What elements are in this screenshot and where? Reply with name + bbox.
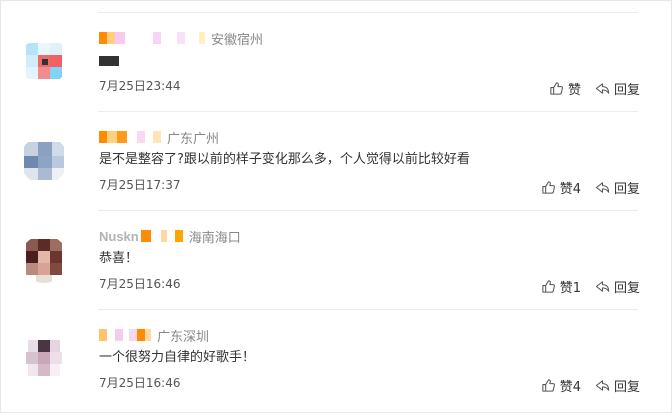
- comment-meta: 广东深圳: [99, 326, 210, 345]
- username[interactable]: Nuskn: [99, 229, 139, 244]
- reply-button[interactable]: 回复: [595, 376, 640, 395]
- reply-label: 回复: [613, 182, 640, 197]
- avatar[interactable]: [20, 334, 68, 382]
- comment-item: 广东广州 是不是整容了?跟以前的样子变化那么多，个人觉得以前比较好看 7月25日…: [0, 111, 672, 210]
- reply-label: 回复: [613, 380, 640, 395]
- thumbs-up-icon: [542, 280, 555, 293]
- reply-arrow-icon: [595, 380, 610, 391]
- reply-button[interactable]: 回复: [595, 79, 640, 98]
- avatar[interactable]: [20, 235, 68, 283]
- location-label: 安徽宿州: [211, 32, 264, 48]
- like-button[interactable]: 赞4: [541, 178, 581, 197]
- reply-label: 回复: [613, 83, 640, 98]
- comment-actions: 赞4 回复: [527, 178, 640, 197]
- divider: [98, 12, 638, 13]
- like-button[interactable]: 赞1: [541, 277, 581, 296]
- timestamp: 7月25日16:46: [99, 376, 181, 390]
- comment-meta: Nuskn 海南海口: [99, 227, 241, 246]
- username-redacted: [140, 230, 183, 242]
- comment-actions: 赞 回复: [535, 79, 640, 98]
- avatar[interactable]: [20, 37, 68, 85]
- timestamp: 7月25日17:37: [99, 178, 181, 192]
- comment-text: 是不是整容了?跟以前的样子变化那么多，个人觉得以前比较好看: [99, 152, 470, 167]
- username-redacted[interactable]: [99, 329, 151, 341]
- timestamp: 7月25日16:46: [99, 277, 181, 291]
- location-label: 广东深圳: [157, 329, 210, 345]
- like-button[interactable]: 赞4: [541, 376, 581, 395]
- thumbs-up-icon: [550, 82, 563, 95]
- comment-actions: 赞1 回复: [527, 277, 640, 296]
- like-label: 赞4: [559, 380, 581, 395]
- location-label: 广东广州: [167, 131, 220, 147]
- thumbs-up-icon: [542, 379, 555, 392]
- like-button[interactable]: 赞: [549, 79, 581, 98]
- reply-button[interactable]: 回复: [595, 178, 640, 197]
- reply-arrow-icon: [595, 281, 610, 292]
- reply-arrow-icon: [595, 83, 610, 94]
- comment-meta: 安徽宿州: [99, 29, 264, 48]
- divider: [98, 309, 638, 310]
- like-label: 赞: [567, 83, 581, 98]
- comment-text: 恭喜！: [99, 251, 139, 266]
- like-label: 赞4: [559, 182, 581, 197]
- comment-item: 安徽宿州 7月25日23:44 赞 回复: [0, 12, 672, 111]
- thumbs-up-icon: [542, 181, 555, 194]
- location-label: 海南海口: [188, 230, 241, 246]
- username-redacted[interactable]: [99, 32, 205, 44]
- comment-text: 一个很努力自律的好歌手！: [99, 350, 256, 365]
- divider: [98, 111, 638, 112]
- comment-meta: 广东广州: [99, 128, 220, 147]
- comment-actions: 赞4 回复: [527, 376, 640, 395]
- timestamp: 7月25日23:44: [99, 79, 181, 93]
- reply-label: 回复: [613, 281, 640, 296]
- comment-text: [99, 52, 119, 70]
- divider: [98, 210, 638, 211]
- avatar[interactable]: [20, 136, 68, 184]
- comment-item: 广东深圳 一个很努力自律的好歌手！ 7月25日16:46 赞4 回复: [0, 309, 672, 408]
- comment-item: Nuskn 海南海口 恭喜！ 7月25日16:46 赞1 回复: [0, 210, 672, 309]
- reply-arrow-icon: [595, 182, 610, 193]
- username-redacted[interactable]: [99, 131, 161, 143]
- reply-button[interactable]: 回复: [595, 277, 640, 296]
- emoji-redacted: [99, 55, 119, 66]
- like-label: 赞1: [559, 281, 581, 296]
